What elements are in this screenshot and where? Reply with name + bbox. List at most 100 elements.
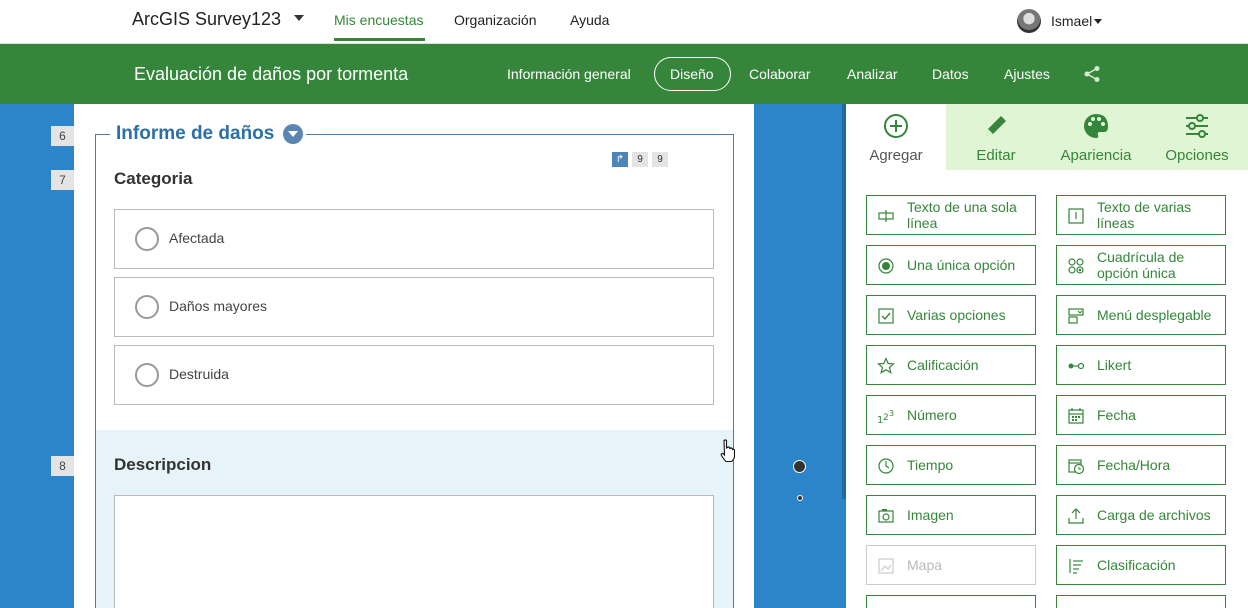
tab-diseno[interactable]: Diseño <box>670 66 714 82</box>
question-type-label: Likert <box>1097 357 1132 373</box>
question-type-label: Número <box>907 407 957 423</box>
rule-arrow-icon: ↱ <box>612 152 628 167</box>
radio-icon[interactable] <box>135 295 159 319</box>
add-date-button[interactable]: Fecha <box>1056 395 1226 435</box>
add-single-choice-button[interactable]: Una única opción <box>866 245 1036 285</box>
add-ranking-button[interactable]: Clasificación <box>1056 545 1226 585</box>
radio-icon[interactable] <box>135 363 159 387</box>
question-badges: ↱ 9 9 <box>612 149 672 167</box>
add-rating-button[interactable]: Calificación <box>866 345 1036 385</box>
row-number-badge: 8 <box>51 456 74 476</box>
sliders-icon <box>1186 114 1208 138</box>
user-menu[interactable]: Ismael <box>1051 13 1092 29</box>
calendar-clock-icon <box>1068 459 1085 475</box>
canvas-right-margin <box>754 104 842 608</box>
add-datetime-button[interactable]: Fecha/Hora <box>1056 445 1226 485</box>
tab-analizar[interactable]: Analizar <box>847 66 898 82</box>
nav-link-mis-encuestas[interactable]: Mis encuestas <box>334 12 423 28</box>
user-chevron-down-icon[interactable] <box>1094 19 1102 24</box>
radio-icon <box>878 258 894 274</box>
add-multiple-choice-button[interactable]: Varias opciones <box>866 295 1036 335</box>
add-image-button[interactable]: Imagen <box>866 495 1036 535</box>
question-type-label: Varias opciones <box>907 307 1006 323</box>
choice-label: Daños mayores <box>169 298 268 314</box>
panel-tab-apariencia[interactable]: Apariencia <box>1046 104 1146 170</box>
question-type-label: Cuadrícula de opción única <box>1097 249 1185 281</box>
question-type-label: Carga de archivos <box>1097 507 1211 523</box>
panel-tab-opciones[interactable]: Opciones <box>1146 104 1248 170</box>
tab-informacion-general[interactable]: Información general <box>507 66 631 82</box>
tab-colaborar[interactable]: Colaborar <box>749 66 810 82</box>
resize-handle[interactable] <box>797 495 803 501</box>
radio-icon[interactable] <box>135 227 159 251</box>
choice-option[interactable]: Afectada <box>114 209 714 269</box>
active-nav-underline <box>334 38 425 41</box>
likert-icon <box>1068 362 1085 370</box>
pencil-icon <box>986 116 1006 136</box>
add-radio-grid-button[interactable]: Cuadrícula de opción única <box>1056 245 1226 285</box>
choice-label: Destruida <box>169 366 229 382</box>
panel-tab-label: Agregar <box>869 147 923 164</box>
choice-label: Afectada <box>169 230 225 246</box>
collapse-chevron-icon[interactable] <box>283 124 303 144</box>
description-textarea[interactable] <box>114 495 714 608</box>
avatar[interactable] <box>1017 9 1041 33</box>
badge-count: 9 <box>652 152 668 167</box>
calendar-icon <box>1068 408 1084 424</box>
nav-link-organizacion[interactable]: Organización <box>454 12 537 28</box>
panel-tab-editar[interactable]: Editar <box>946 104 1046 170</box>
question-label[interactable]: Descripcion <box>114 455 211 475</box>
app-switcher-chevron-icon[interactable] <box>294 15 304 21</box>
question-type-label: Texto de una sola línea <box>907 199 1017 231</box>
share-icon[interactable] <box>1083 65 1101 83</box>
map-icon <box>878 558 894 574</box>
star-icon <box>877 357 895 374</box>
question-type-label: Calificación <box>907 357 979 373</box>
add-dropdown-button[interactable]: Menú desplegable <box>1056 295 1226 335</box>
tab-ajustes[interactable]: Ajustes <box>1004 66 1050 82</box>
panel-tab-agregar[interactable]: Agregar <box>846 104 946 170</box>
question-type-label: Mapa <box>907 557 943 573</box>
resize-handle[interactable] <box>793 460 806 473</box>
question-type-label: Texto de varias líneas <box>1097 199 1192 231</box>
question-label[interactable]: Categoria <box>114 169 192 189</box>
tab-datos[interactable]: Datos <box>932 66 969 82</box>
clock-icon <box>878 458 894 474</box>
add-time-button[interactable]: Tiempo <box>866 445 1036 485</box>
add-number-button[interactable]: 123 Número <box>866 395 1036 435</box>
add-map-button: Mapa <box>866 545 1036 585</box>
add-question-button-partial[interactable] <box>1056 595 1226 608</box>
question-type-label: Clasificación <box>1097 557 1176 573</box>
survey-header: Evaluación de daños por tormenta Informa… <box>0 44 1248 104</box>
multiline-text-icon <box>1068 208 1084 224</box>
checkbox-icon <box>878 308 894 324</box>
row-number-badge: 6 <box>51 126 74 146</box>
panel-tab-label: Opciones <box>1165 147 1229 164</box>
badge-count: 9 <box>632 152 648 167</box>
add-file-upload-button[interactable]: Carga de archivos <box>1056 495 1226 535</box>
nav-link-ayuda[interactable]: Ayuda <box>570 12 609 28</box>
panel-tab-label: Apariencia <box>1060 147 1132 164</box>
app-title[interactable]: ArcGIS Survey123 <box>132 9 281 30</box>
dropdown-icon <box>1068 308 1084 324</box>
upload-icon <box>1068 508 1084 524</box>
question-type-label: Una única opción <box>907 257 1016 273</box>
palette-icon <box>1084 114 1108 138</box>
add-single-line-text-button[interactable]: Texto de una sola línea <box>866 195 1036 235</box>
choice-option[interactable]: Destruida <box>114 345 714 405</box>
question-type-label: Tiempo <box>907 457 954 473</box>
choice-option[interactable]: Daños mayores <box>114 277 714 337</box>
hand-cursor-icon <box>720 439 735 463</box>
add-question-button-partial[interactable] <box>866 595 1036 608</box>
svg-text:2: 2 <box>883 413 889 423</box>
question-type-label: Fecha <box>1097 407 1136 423</box>
add-likert-button[interactable]: Likert <box>1056 345 1226 385</box>
add-multiline-text-button[interactable]: Texto de varias líneas <box>1056 195 1226 235</box>
question-type-label: Menú desplegable <box>1097 307 1212 323</box>
question-type-label: Imagen <box>907 507 954 523</box>
row-number-badge: 7 <box>51 170 74 190</box>
radio-grid-icon <box>1068 258 1084 274</box>
ranking-icon <box>1069 559 1083 574</box>
group-title[interactable]: Informe de daños <box>116 123 274 145</box>
survey-canvas: Informe de daños ↱ 9 9 Categoria Afectada … <box>74 104 754 608</box>
